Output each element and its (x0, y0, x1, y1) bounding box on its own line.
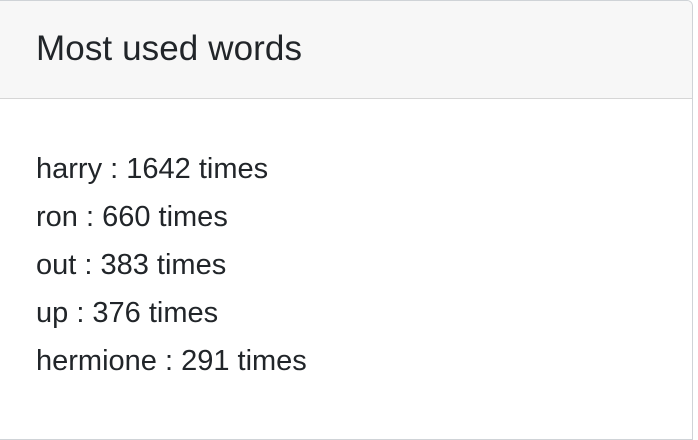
card-header: Most used words (0, 1, 692, 99)
word-item-up: up : 376 times (36, 297, 219, 329)
word-item-ron: ron : 660 times (36, 201, 228, 233)
word-item-harry: harry : 1642 times (36, 153, 269, 185)
word-item-hermione: hermione : 291 times (36, 345, 307, 377)
word-item-out: out : 383 times (36, 249, 227, 281)
word-list: harry : 1642 times ron : 660 times out :… (36, 145, 692, 385)
card-title: Most used words (36, 29, 303, 68)
most-used-words-card: Most used words harry : 1642 times ron :… (0, 0, 693, 440)
card-body: harry : 1642 times ron : 660 times out :… (0, 99, 692, 385)
